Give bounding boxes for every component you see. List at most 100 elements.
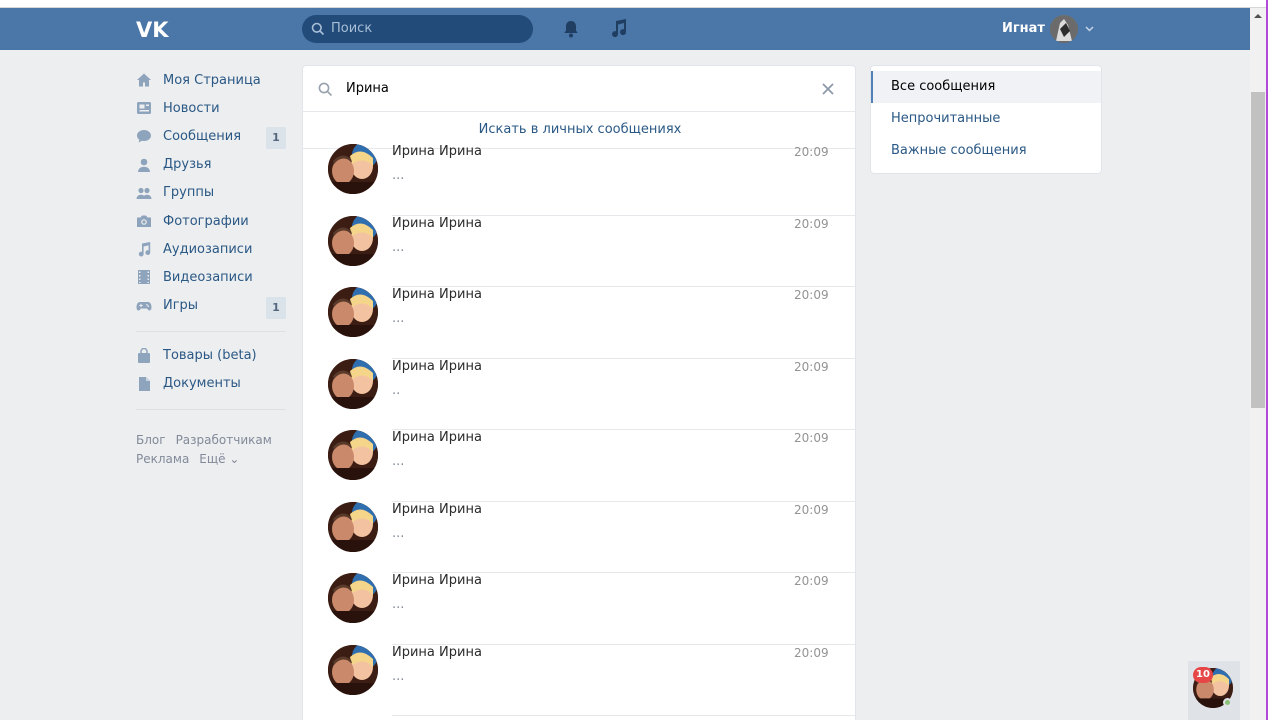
scroll-up-arrow-icon[interactable] (1254, 12, 1262, 20)
contact-avatar[interactable] (328, 644, 378, 695)
message-preview: ... (392, 525, 405, 541)
message-search-input[interactable]: Ирина (346, 81, 389, 96)
top-header: VK Поиск Игнат (0, 8, 1250, 50)
menu-divider (136, 330, 286, 332)
menu-item-friends[interactable]: Друзья (136, 151, 286, 179)
user-name[interactable]: Игнат (1002, 21, 1045, 36)
bell-icon[interactable] (562, 19, 580, 39)
contact-avatar[interactable] (328, 573, 378, 623)
message-time: 20:09 (794, 645, 829, 660)
person-icon (138, 158, 150, 172)
contact-avatar-image (328, 358, 378, 409)
conversation-row[interactable]: Ирина Ирина 20:09... (303, 215, 855, 287)
contact-avatar[interactable] (328, 215, 378, 266)
contact-avatar-image (328, 430, 378, 480)
contact-name[interactable]: Ирина Ирина (392, 502, 482, 517)
conversation-row[interactable]: Ирина Ирина 20:09... (303, 144, 855, 216)
filter-important[interactable]: Важные сообщения (871, 135, 1101, 167)
scrollbar-thumb[interactable] (1251, 92, 1265, 408)
message-time: 20:09 (794, 359, 829, 374)
message-preview: ... (392, 454, 405, 469)
chat-icon (137, 130, 151, 143)
global-search-input[interactable]: Поиск (302, 15, 533, 43)
menu-item-label: Новости (163, 100, 220, 116)
menu-item-label: Игры (163, 298, 199, 314)
menu-item-my-page[interactable]: Моя Страница (136, 66, 286, 94)
menu-item-photos[interactable]: Фотографии (136, 207, 286, 235)
search-icon (311, 22, 325, 36)
menu-item-label: Сообщения (163, 128, 242, 144)
bag-icon (138, 347, 150, 363)
gamepad-icon (136, 301, 152, 311)
footer-link-more[interactable]: Ещё ⌄ (199, 452, 239, 466)
menu-item-counter: 1 (266, 296, 286, 319)
contact-avatar[interactable] (328, 144, 378, 194)
user-avatar[interactable] (1050, 15, 1078, 43)
film-icon (138, 270, 150, 285)
menu-item-label: Документы (163, 376, 241, 392)
contact-name[interactable]: Ирина Ирина (392, 645, 482, 660)
menu-item-messages[interactable]: Сообщения 1 (136, 122, 286, 150)
contact-name[interactable]: Ирина Ирина (392, 359, 482, 374)
music-note-icon[interactable] (609, 18, 627, 38)
filter-all-messages[interactable]: Все сообщения (871, 71, 1101, 103)
footer-link-ads[interactable]: Реклама (136, 452, 189, 466)
contact-avatar[interactable] (328, 358, 378, 409)
contact-name[interactable]: Ирина Ирина (392, 430, 482, 445)
contact-name[interactable]: Ирина Ирина (392, 216, 482, 231)
music-note-icon (138, 242, 151, 257)
conversation-row[interactable]: Ирина Ирина 20:09... (303, 501, 855, 573)
footer-link-blog[interactable]: Блог (136, 433, 166, 447)
menu-item-label: Фотографии (163, 213, 249, 229)
close-icon[interactable] (821, 82, 835, 96)
menu-item-label: Видеозаписи (163, 269, 253, 285)
chat-bubble[interactable]: 10 (1188, 661, 1240, 720)
message-time: 20:09 (794, 288, 829, 302)
menu-item-games[interactable]: Игры 1 (136, 292, 286, 320)
menu-item-videos[interactable]: Видеозаписи (136, 263, 286, 291)
message-filters: Все сообщения Непрочитанные Важные сообщ… (870, 65, 1102, 174)
svg-text:VK: VK (136, 18, 169, 41)
contact-avatar-image (328, 501, 378, 552)
vk-logo-icon[interactable]: VK (136, 17, 170, 41)
conversation-row[interactable]: Ирина Ирина 20:09... (303, 430, 855, 502)
contact-avatar-image (328, 287, 378, 337)
menu-item-label: Товары (beta) (163, 348, 257, 364)
menu-item-label: Группы (163, 185, 215, 201)
message-preview: ... (392, 668, 405, 684)
messages-panel: Ирина Искать в личных сообщениях Ирина И… (302, 65, 856, 720)
menu-item-audio[interactable]: Аудиозаписи (136, 235, 286, 263)
footer-links: Блог Разработчикам Реклама Ещё ⌄ (136, 431, 286, 469)
menu-item-documents[interactable]: Документы (136, 370, 286, 398)
contact-avatar[interactable] (328, 501, 378, 552)
menu-item-groups[interactable]: Группы (136, 179, 286, 207)
group-icon (136, 187, 152, 199)
message-time: 20:09 (794, 574, 829, 588)
conversation-row[interactable]: Ирина Ирина 20:09... (303, 644, 855, 716)
user-avatar-image (1050, 15, 1078, 43)
contact-avatar-image (328, 144, 378, 194)
contact-name[interactable]: Ирина Ирина (392, 144, 482, 159)
conversation-row[interactable]: Ирина Ирина 20:09... (303, 573, 855, 645)
page-scrollbar[interactable] (1250, 8, 1266, 720)
left-menu: Моя Страница Новости Сообщения 1 Друзья … (136, 66, 286, 420)
message-time: 20:09 (794, 145, 829, 159)
message-preview: .. (392, 382, 401, 398)
message-preview: ... (392, 597, 405, 612)
menu-item-goods[interactable]: Товары (beta) (136, 342, 286, 370)
message-preview: ... (392, 168, 405, 183)
menu-item-news[interactable]: Новости (136, 94, 286, 122)
filter-unread[interactable]: Непрочитанные (871, 103, 1101, 135)
conversation-row[interactable]: Ирина Ирина 20:09.. (303, 358, 855, 430)
contact-avatar[interactable] (328, 287, 378, 337)
contact-avatar[interactable] (328, 430, 378, 480)
conversation-row[interactable]: Ирина Ирина 20:09... (303, 287, 855, 359)
contact-name[interactable]: Ирина Ирина (392, 287, 482, 302)
contact-name[interactable]: Ирина Ирина (392, 573, 482, 588)
chevron-down-icon[interactable] (1085, 26, 1094, 32)
footer-link-developers[interactable]: Разработчикам (176, 433, 272, 447)
menu-item-counter: 1 (266, 127, 286, 150)
document-icon (139, 376, 150, 391)
search-placeholder: Поиск (331, 21, 373, 36)
menu-item-label: Друзья (163, 157, 212, 173)
